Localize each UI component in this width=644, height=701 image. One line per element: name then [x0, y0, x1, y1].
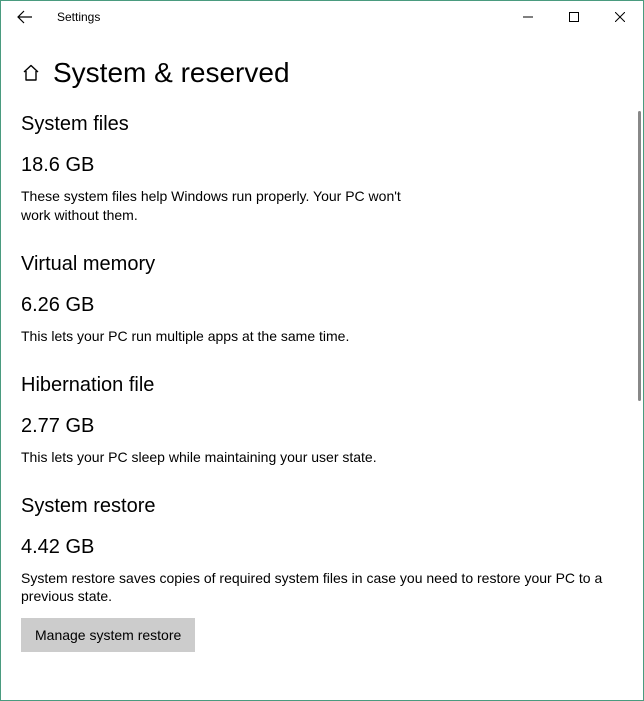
close-icon: [615, 12, 625, 22]
section-system-restore: System restore 4.42 GB System restore sa…: [21, 495, 623, 653]
arrow-left-icon: [17, 9, 33, 25]
minimize-button[interactable]: [505, 1, 551, 33]
section-system-files: System files 18.6 GB These system files …: [21, 113, 623, 225]
page-title: System & reserved: [53, 57, 290, 89]
home-icon: [21, 63, 41, 83]
window-controls: [505, 1, 643, 33]
section-heading: Hibernation file: [21, 374, 623, 397]
page-header: System & reserved: [21, 57, 623, 89]
maximize-icon: [569, 12, 579, 22]
section-description: This lets your PC sleep while maintainin…: [21, 448, 621, 467]
manage-system-restore-button[interactable]: Manage system restore: [21, 618, 195, 652]
section-description: This lets your PC run multiple apps at t…: [21, 327, 621, 346]
section-value: 6.26 GB: [21, 294, 623, 317]
section-heading: System restore: [21, 495, 623, 518]
scrollbar[interactable]: [638, 111, 641, 401]
back-button[interactable]: [9, 1, 41, 33]
section-heading: Virtual memory: [21, 253, 623, 276]
section-description: These system files help Windows run prop…: [21, 187, 421, 225]
section-description: System restore saves copies of required …: [21, 569, 621, 607]
close-button[interactable]: [597, 1, 643, 33]
section-value: 4.42 GB: [21, 536, 623, 559]
section-value: 18.6 GB: [21, 154, 623, 177]
section-value: 2.77 GB: [21, 415, 623, 438]
section-virtual-memory: Virtual memory 6.26 GB This lets your PC…: [21, 253, 623, 346]
minimize-icon: [523, 12, 533, 22]
section-heading: System files: [21, 113, 623, 136]
window-title: Settings: [57, 10, 100, 24]
section-hibernation-file: Hibernation file 2.77 GB This lets your …: [21, 374, 623, 467]
content-area: System & reserved System files 18.6 GB T…: [1, 33, 643, 700]
maximize-button[interactable]: [551, 1, 597, 33]
titlebar: Settings: [1, 1, 643, 33]
